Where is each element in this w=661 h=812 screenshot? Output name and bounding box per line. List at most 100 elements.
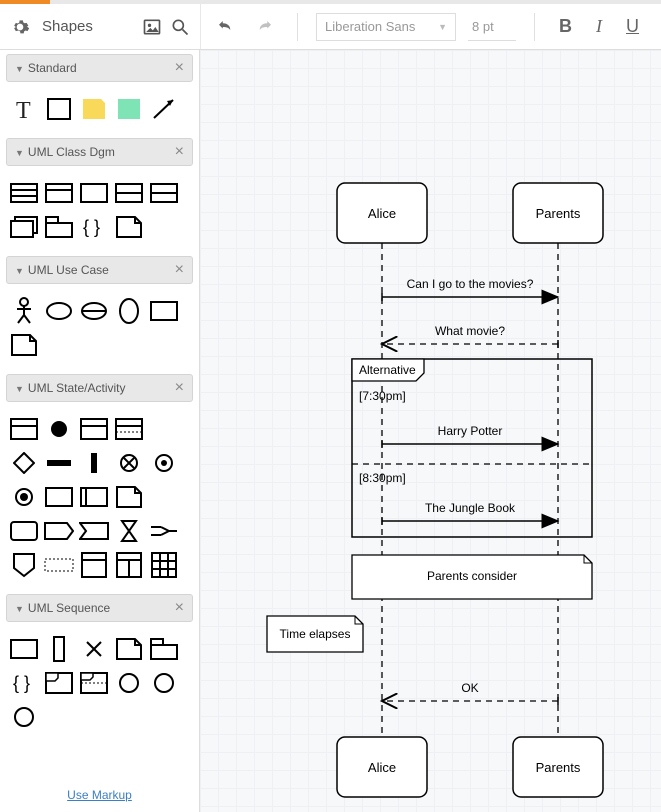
message-label: What movie? — [435, 324, 505, 338]
shapes-sidebar: ▼Standard × T ▼UML Class Dgm × — [0, 50, 200, 812]
category-label: UML Use Case — [28, 263, 109, 277]
chevron-down-icon: ▼ — [438, 22, 447, 32]
rect-shape[interactable] — [41, 92, 76, 126]
font-size-input[interactable] — [468, 13, 516, 41]
search-icon[interactable] — [170, 17, 190, 37]
state-shape[interactable] — [6, 412, 41, 446]
uc-line-shape[interactable] — [41, 328, 76, 362]
note-label: Parents consider — [427, 569, 517, 583]
state-concurrent-shape[interactable] — [111, 412, 146, 446]
close-icon[interactable]: × — [175, 59, 184, 77]
constraint2-shape[interactable] — [41, 548, 76, 582]
note-label: Time elapses — [280, 627, 351, 641]
message-label: Can I go to the movies? — [407, 277, 534, 291]
action-shape[interactable] — [6, 514, 41, 548]
history-shape[interactable] — [146, 446, 181, 480]
decision-shape[interactable] — [6, 446, 41, 480]
text-shape[interactable]: T — [6, 92, 41, 126]
endpoint-circle-shape[interactable] — [111, 666, 146, 700]
category-uml-sequence[interactable]: ▼UML Sequence × — [6, 594, 193, 622]
boundary-oval-shape[interactable] — [111, 294, 146, 328]
class-shape[interactable] — [6, 176, 41, 210]
state-rect-shape[interactable] — [76, 412, 111, 446]
usecase-ext-shape[interactable] — [76, 294, 111, 328]
simple-rect-shape[interactable] — [76, 176, 111, 210]
lifeline-label: Parents — [536, 206, 581, 221]
rect-green-shape[interactable] — [111, 92, 146, 126]
endpoint3-shape[interactable] — [6, 700, 41, 734]
category-uml-usecase[interactable]: ▼UML Use Case × — [6, 256, 193, 284]
close-icon[interactable]: × — [175, 599, 184, 617]
uc-note-shape[interactable] — [6, 328, 41, 362]
partition-shape[interactable] — [76, 548, 111, 582]
flow-final-shape[interactable] — [111, 446, 146, 480]
initial-shape[interactable] — [41, 412, 76, 446]
endpoint2-shape[interactable] — [146, 666, 181, 700]
font-family-value: Liberation Sans — [325, 19, 415, 34]
caret-down-icon: ▼ — [15, 148, 24, 158]
system-shape[interactable] — [146, 294, 181, 328]
destroy-shape[interactable] — [76, 632, 111, 666]
line-shape[interactable] — [146, 210, 181, 244]
seq-constraint-shape[interactable]: { } — [6, 666, 41, 700]
caret-down-icon: ▼ — [15, 64, 24, 74]
bold-button[interactable]: B — [553, 16, 578, 37]
close-icon[interactable]: × — [175, 379, 184, 397]
object-shape[interactable] — [76, 480, 111, 514]
font-family-select[interactable]: Liberation Sans ▼ — [316, 13, 456, 41]
seq-note-shape[interactable] — [111, 632, 146, 666]
svg-text:{ }: { } — [13, 673, 30, 693]
close-icon[interactable]: × — [175, 143, 184, 161]
arrow-shape[interactable] — [146, 92, 181, 126]
lifeline-shape[interactable] — [6, 632, 41, 666]
note-shape[interactable] — [111, 210, 146, 244]
lifeline-label: Alice — [368, 760, 396, 775]
svg-text:{ }: { } — [83, 217, 100, 237]
undo-button[interactable] — [211, 13, 239, 41]
category-uml-class[interactable]: ▼UML Class Dgm × — [6, 138, 193, 166]
hourglass-shape[interactable] — [111, 514, 146, 548]
partition2-shape[interactable] — [111, 548, 146, 582]
fork-h-shape[interactable] — [41, 446, 76, 480]
signal-recv-shape[interactable] — [76, 514, 111, 548]
multiobj-shape[interactable] — [6, 210, 41, 244]
offpage-shape[interactable] — [6, 548, 41, 582]
diagram-canvas[interactable]: Alice Parents Can I go to the movies? Wh… — [200, 50, 661, 812]
category-label: UML State/Activity — [28, 381, 126, 395]
fork-v-shape[interactable] — [76, 446, 111, 480]
activity-rect-shape[interactable] — [41, 480, 76, 514]
usecase-shape[interactable] — [41, 294, 76, 328]
message-label: The Jungle Book — [425, 501, 516, 515]
fragment-shape[interactable] — [41, 666, 76, 700]
interface-shape[interactable] — [111, 176, 146, 210]
final-shape[interactable] — [6, 480, 41, 514]
partition3-shape[interactable] — [146, 548, 181, 582]
use-markup-link[interactable]: Use Markup — [0, 778, 199, 812]
signal-send-shape[interactable] — [41, 514, 76, 548]
datatype-shape[interactable] — [146, 176, 181, 210]
merge-shape[interactable] — [146, 514, 181, 548]
message-label: Harry Potter — [438, 424, 503, 438]
image-icon[interactable] — [142, 17, 162, 37]
lifeline-label: Parents — [536, 760, 581, 775]
activation-shape[interactable] — [41, 632, 76, 666]
act-note-shape[interactable] — [111, 480, 146, 514]
sequence-diagram[interactable]: Alice Parents Can I go to the movies? Wh… — [234, 72, 654, 812]
fragment-alt-shape[interactable] — [76, 666, 111, 700]
actor-shape[interactable] — [6, 294, 41, 328]
seq-package-shape[interactable] — [146, 632, 181, 666]
close-icon[interactable]: × — [175, 261, 184, 279]
caret-down-icon: ▼ — [15, 604, 24, 614]
redo-button[interactable] — [251, 13, 279, 41]
italic-button[interactable]: I — [590, 16, 608, 37]
package-shape[interactable] — [41, 210, 76, 244]
act-line-shape[interactable] — [146, 480, 181, 514]
underline-button[interactable]: U — [620, 16, 645, 37]
category-uml-state[interactable]: ▼UML State/Activity × — [6, 374, 193, 402]
note-yellow-shape[interactable] — [76, 92, 111, 126]
constraint-shape[interactable]: { } — [76, 210, 111, 244]
class2-shape[interactable] — [41, 176, 76, 210]
activity-line-shape[interactable] — [146, 412, 181, 446]
category-standard[interactable]: ▼Standard × — [6, 54, 193, 82]
gear-icon[interactable] — [10, 17, 30, 37]
